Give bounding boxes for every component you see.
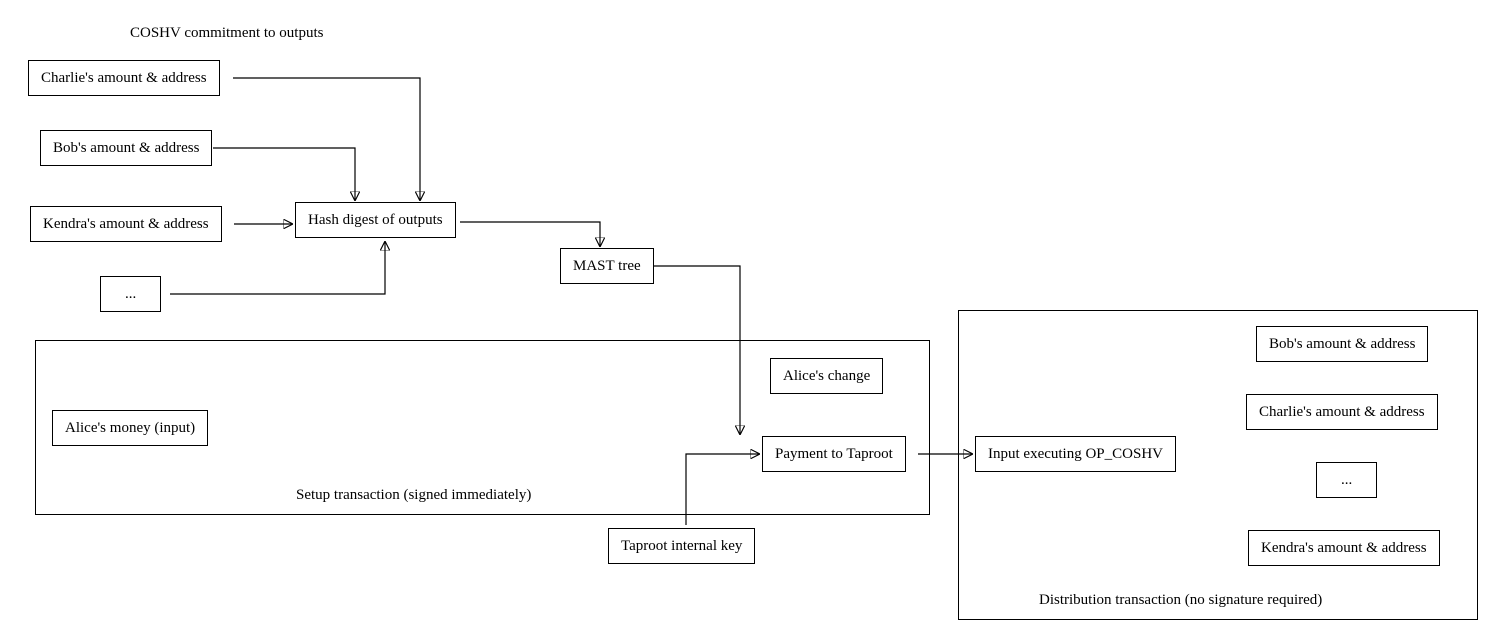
title-coshv-commitment: COSHV commitment to outputs — [130, 25, 323, 42]
cluster-distribution-label: Distribution transaction (no signature r… — [1039, 592, 1322, 609]
node-dist-charlie: Charlie's amount & address — [1246, 394, 1438, 430]
node-ellipsis: ... — [100, 276, 161, 312]
node-hash-digest: Hash digest of outputs — [295, 202, 456, 238]
node-charlie-amount: Charlie's amount & address — [28, 60, 220, 96]
node-payment-taproot: Payment to Taproot — [762, 436, 906, 472]
node-mast-tree: MAST tree — [560, 248, 654, 284]
node-dist-bob: Bob's amount & address — [1256, 326, 1428, 362]
node-bob-amount: Bob's amount & address — [40, 130, 212, 166]
node-kendra-amount: Kendra's amount & address — [30, 206, 222, 242]
node-input-executing: Input executing OP_COSHV — [975, 436, 1176, 472]
node-dist-kendra: Kendra's amount & address — [1248, 530, 1440, 566]
node-dist-ellipsis: ... — [1316, 462, 1377, 498]
diagram-canvas: COSHV commitment to outputs Charlie's am… — [0, 0, 1497, 639]
node-alice-money: Alice's money (input) — [52, 410, 208, 446]
cluster-setup-label: Setup transaction (signed immediately) — [296, 487, 531, 504]
node-taproot-key: Taproot internal key — [608, 528, 755, 564]
node-alice-change: Alice's change — [770, 358, 883, 394]
